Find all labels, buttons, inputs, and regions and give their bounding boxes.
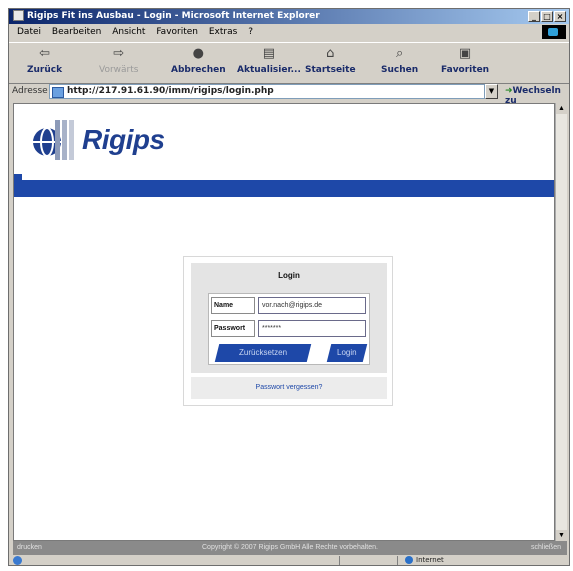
minimize-button[interactable]: _ [528,11,540,22]
page-footer: drucken Copyright © 2007 Rigips GmbH All… [13,541,567,555]
refresh-button[interactable]: ▤ Aktualisier... [237,46,301,75]
search-button[interactable]: ⌕ Suchen [381,46,418,75]
copyright-text: Copyright © 2007 Rigips GmbH Alle Rechte… [202,544,378,551]
status-page-icon [13,556,22,565]
ie-icon [13,10,24,21]
close-button[interactable]: × [554,11,566,22]
toolbar: ⇦ Zurück ⇨ Vorwärts ● Abbrechen ▤ Aktualisie… [9,42,569,84]
back-arrow-icon: ⇦ [39,46,50,61]
password-label: Passwort [211,320,255,337]
login-panel: Login Name vor.nach@rigips.de Passwort *… [183,256,393,406]
page-icon [52,87,64,98]
address-bar: Adresse http://217.91.61.90/imm/rigips/l… [9,82,569,106]
search-label: Suchen [381,65,419,75]
login-form: Name vor.nach@rigips.de Passwort *******… [208,293,370,365]
password-input[interactable]: ******* [258,320,366,337]
menu-file[interactable]: Datei [17,24,41,40]
login-form-area: Login Name vor.nach@rigips.de Passwort *… [191,263,387,373]
go-arrow-icon: ➜ [505,86,513,96]
window-title: Rigips Fit ins Ausbau - Login - Microsof… [27,11,320,21]
zone-label: Internet [416,556,444,564]
menu-favorites[interactable]: Favoriten [156,24,198,40]
close-link[interactable]: schließen [531,541,561,555]
refresh-icon: ▤ [262,46,276,61]
header-band [14,180,554,197]
forgot-password-link[interactable]: Passwort vergessen? [191,377,387,399]
rigips-logo-icon [33,120,74,160]
menu-help[interactable]: ? [248,24,253,40]
address-input[interactable]: http://217.91.61.90/imm/rigips/login.php [49,84,485,99]
stop-button[interactable]: ● Abbrechen [171,46,226,75]
home-button[interactable]: ⌂ Startseite [305,46,356,75]
logo-text: Rigips [82,124,165,155]
name-row: Name vor.nach@rigips.de [209,294,369,317]
scroll-up-icon[interactable]: ▲ [556,103,567,114]
page-content: Rigips Login Name vor.nach@rigips.de Pas… [13,103,555,541]
stop-label: Abbrechen [171,65,226,75]
security-zone: Internet [405,555,444,566]
address-dropdown-button[interactable]: ▼ [485,84,498,99]
login-label: Login [337,348,357,357]
reset-button[interactable]: Zurücksetzen [214,344,312,362]
button-row: Zurücksetzen Login [209,343,369,364]
menu-tools[interactable]: Extras [209,24,237,40]
name-label: Name [211,297,255,314]
address-url: http://217.91.61.90/imm/rigips/login.php [67,86,274,96]
scroll-down-icon[interactable]: ▼ [556,530,567,541]
search-icon: ⌕ [395,46,404,61]
login-title: Login [278,271,300,280]
stop-icon: ● [192,46,204,61]
password-row: Passwort ******* [209,317,369,340]
menu-edit[interactable]: Bearbeiten [52,24,101,40]
favorites-icon: ▣ [458,46,472,61]
vertical-scrollbar[interactable]: ▲ ▼ [555,103,567,541]
globe-icon [405,556,413,564]
reset-label: Zurücksetzen [238,348,288,357]
address-label: Adresse [12,86,48,96]
name-input[interactable]: vor.nach@rigips.de [258,297,366,314]
home-label: Startseite [305,65,356,75]
home-icon: ⌂ [326,46,335,61]
favorites-button[interactable]: ▣ Favoriten [441,46,489,75]
status-bar: Internet [9,555,569,566]
windows-logo-icon [542,25,566,39]
menu-view[interactable]: Ansicht [112,24,145,40]
forward-arrow-icon: ⇨ [113,46,125,61]
forward-button[interactable]: ⇨ Vorwärts [99,46,138,75]
status-divider [339,556,340,565]
login-button[interactable]: Login [326,344,368,362]
back-label: Zurück [27,65,63,75]
forward-label: Vorwärts [99,65,139,75]
menu-bar: Datei Bearbeiten Ansicht Favoriten Extra… [9,24,569,40]
title-bar: Rigips Fit ins Ausbau - Login - Microsof… [9,9,569,24]
refresh-label: Aktualisier... [237,65,301,75]
maximize-button[interactable]: □ [541,11,553,22]
favorites-label: Favoriten [441,65,490,75]
browser-window: Rigips Fit ins Ausbau - Login - Microsof… [8,8,570,566]
back-button[interactable]: ⇦ Zurück [27,46,62,75]
status-divider [397,556,398,565]
